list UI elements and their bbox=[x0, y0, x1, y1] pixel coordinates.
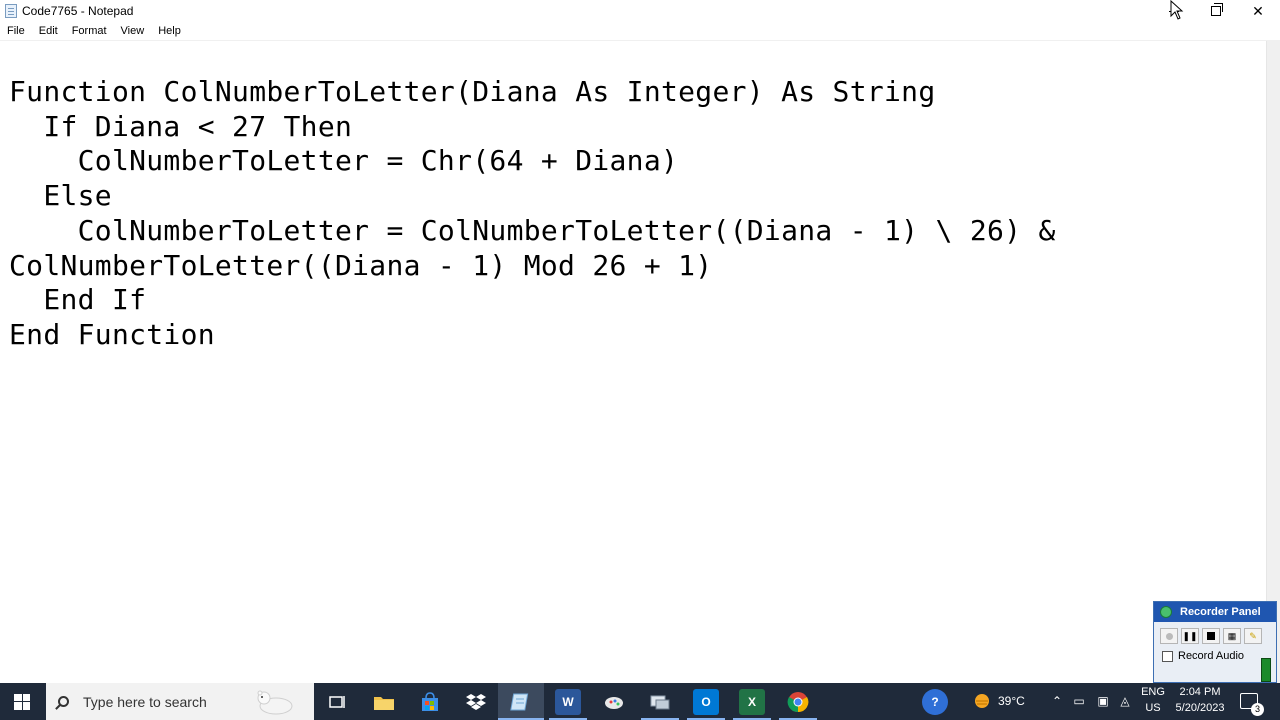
search-placeholder: Type here to search bbox=[83, 693, 207, 710]
store-icon[interactable] bbox=[417, 689, 443, 715]
chevron-up-icon[interactable]: ⌃ bbox=[1050, 695, 1064, 708]
settings-button[interactable]: ▦ bbox=[1223, 628, 1241, 644]
search-icon bbox=[58, 696, 69, 707]
menu-view[interactable]: View bbox=[114, 25, 152, 37]
mouse-cursor-icon bbox=[1170, 0, 1184, 20]
taskbar: Type here to search W O X ? 39°C ⌃ ▭ ▣ ◬… bbox=[0, 683, 1280, 720]
record-audio-checkbox[interactable] bbox=[1162, 650, 1173, 662]
notification-count-badge: 3 bbox=[1251, 703, 1264, 716]
record-icon bbox=[1165, 632, 1173, 640]
network-icon[interactable]: ▣ bbox=[1096, 695, 1110, 708]
recorder-header[interactable]: Recorder Panel bbox=[1154, 602, 1276, 622]
notepad-app-icon bbox=[5, 4, 17, 18]
windows-logo-icon bbox=[14, 693, 30, 710]
stop-button[interactable] bbox=[1202, 628, 1220, 644]
language-indicator[interactable]: ENG bbox=[1141, 686, 1165, 698]
editor-content[interactable]: Function ColNumberToLetter(Diana As Inte… bbox=[9, 75, 1056, 353]
restore-button[interactable] bbox=[1194, 0, 1238, 22]
pencil-icon: ✎ bbox=[1249, 630, 1257, 641]
polar-bear-search-icon bbox=[257, 690, 293, 715]
menu-format[interactable]: Format bbox=[65, 25, 114, 37]
grid-icon: ▦ bbox=[1227, 630, 1237, 641]
audio-level-meter bbox=[1261, 658, 1271, 682]
chrome-icon[interactable] bbox=[785, 689, 811, 715]
menu-bar: File Edit Format View Help bbox=[0, 22, 1280, 41]
paint-icon[interactable] bbox=[601, 689, 627, 715]
title-bar: Code7765 - Notepad ✕ bbox=[0, 0, 1280, 22]
file-explorer-icon[interactable] bbox=[371, 689, 397, 715]
clock-date[interactable]: 5/20/2023 bbox=[1172, 702, 1228, 714]
pause-button[interactable]: ❚❚ bbox=[1181, 628, 1199, 644]
weather-temperature[interactable]: 39°C bbox=[998, 694, 1025, 708]
menu-edit[interactable]: Edit bbox=[32, 25, 65, 37]
recorder-panel: Recorder Panel ❚❚ ▦ ✎ Record Audio bbox=[1153, 601, 1277, 683]
task-view-icon[interactable] bbox=[324, 689, 350, 715]
stop-icon bbox=[1207, 632, 1215, 640]
vertical-scrollbar[interactable] bbox=[1266, 41, 1280, 683]
start-button[interactable] bbox=[0, 683, 44, 720]
help-icon[interactable]: ? bbox=[922, 689, 948, 715]
dropbox-icon[interactable] bbox=[463, 689, 489, 715]
record-audio-label: Record Audio bbox=[1178, 650, 1245, 662]
battery-icon[interactable]: ▭ bbox=[1072, 695, 1086, 708]
menu-file[interactable]: File bbox=[0, 25, 32, 37]
record-button[interactable] bbox=[1160, 628, 1178, 644]
menu-help[interactable]: Help bbox=[151, 25, 188, 37]
recorder-title: Recorder Panel bbox=[1180, 606, 1261, 618]
weather-sun-icon[interactable] bbox=[972, 691, 992, 711]
outlook-icon[interactable]: O bbox=[693, 689, 719, 715]
pause-icon: ❚❚ bbox=[1182, 630, 1198, 641]
close-icon: ✕ bbox=[1252, 2, 1264, 19]
close-button[interactable]: ✕ bbox=[1236, 0, 1280, 22]
excel-icon[interactable]: X bbox=[739, 689, 765, 715]
wifi-off-icon[interactable]: ◬ bbox=[1118, 695, 1132, 708]
word-icon[interactable]: W bbox=[555, 689, 581, 715]
notepad-icon[interactable] bbox=[508, 689, 534, 715]
draw-button[interactable]: ✎ bbox=[1244, 628, 1262, 644]
recorder-logo-icon bbox=[1160, 606, 1172, 618]
region-indicator[interactable]: US bbox=[1141, 702, 1165, 714]
remote-desktop-icon[interactable] bbox=[647, 689, 673, 715]
clock-time[interactable]: 2:04 PM bbox=[1172, 686, 1228, 698]
window-title: Code7765 - Notepad bbox=[22, 4, 134, 18]
restore-icon bbox=[1211, 3, 1223, 16]
